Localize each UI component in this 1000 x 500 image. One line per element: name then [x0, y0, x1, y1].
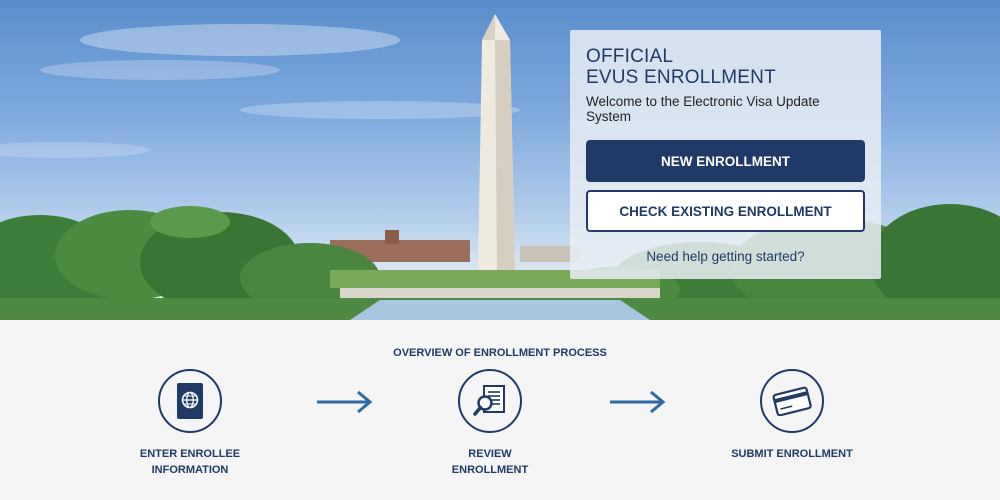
step-enter-information: ENTER ENROLLEE INFORMATION	[120, 369, 260, 478]
help-getting-started-link[interactable]: Need help getting started?	[586, 249, 865, 264]
step-label: SUBMIT ENROLLMENT	[722, 446, 862, 462]
document-search-icon	[473, 385, 505, 416]
passport-icon	[177, 383, 203, 419]
step-review-enrollment: REVIEW ENROLLMENT	[420, 369, 560, 478]
step-submit-enrollment: SUBMIT ENROLLMENT	[722, 369, 862, 462]
new-enrollment-button[interactable]: NEW ENROLLMENT	[586, 140, 865, 182]
arrow-right-icon	[317, 390, 373, 414]
overview-title: OVERVIEW OF ENROLLMENT PROCESS	[393, 347, 607, 359]
step-label-line1: REVIEW	[468, 448, 512, 460]
step-icon-circle	[458, 369, 522, 433]
step-label-line1: ENTER ENROLLEE	[139, 448, 241, 460]
step-label: ENTER ENROLLEE INFORMATION	[120, 446, 260, 478]
step-icon-circle	[760, 369, 824, 433]
arrow-right-icon	[610, 390, 666, 414]
card-title-line1: OFFICIAL	[586, 46, 674, 67]
credit-card-icon	[772, 386, 812, 416]
card-title: OFFICIAL EVUS ENROLLMENT	[586, 46, 865, 88]
enrollment-overview: OVERVIEW OF ENROLLMENT PROCESS ENTER ENR…	[0, 320, 1000, 500]
enrollment-card: OFFICIAL EVUS ENROLLMENT Welcome to the …	[570, 30, 881, 279]
step-icon-circle	[158, 369, 222, 433]
step-label: REVIEW ENROLLMENT	[420, 446, 560, 478]
step-label-line1: SUBMIT ENROLLMENT	[731, 448, 853, 460]
step-label-line2: ENROLLMENT	[451, 464, 529, 476]
card-subtitle: Welcome to the Electronic Visa Update Sy…	[586, 94, 820, 124]
hero-banner: OFFICIAL EVUS ENROLLMENT Welcome to the …	[0, 0, 1000, 320]
card-title-line2: EVUS ENROLLMENT	[586, 67, 776, 88]
check-existing-enrollment-button[interactable]: CHECK EXISTING ENROLLMENT	[586, 190, 865, 232]
step-label-line2: INFORMATION	[151, 464, 229, 476]
